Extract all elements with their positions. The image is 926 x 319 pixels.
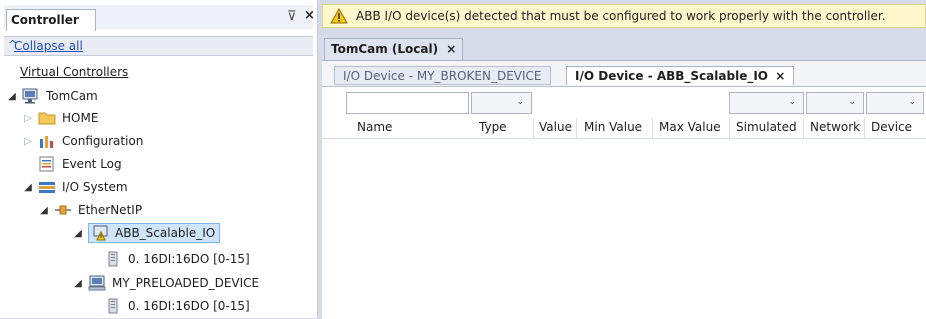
tree-item-event-log[interactable]: Event Log [38,154,122,174]
warning-bar: ABB I/O device(s) detected that must be … [322,4,926,28]
device-icon [88,275,106,291]
configuration-icon [38,133,56,149]
collapse-bar: ^ Collapse all [4,36,313,56]
column-separator [576,118,577,138]
io-module-icon [104,298,122,314]
tab-label: TomCam (Local) [331,42,439,56]
tree-item-io-module[interactable]: 0. 16DI:16DO [0-15] [104,249,250,269]
tree-item-selection: ABB_Scalable_IO [88,223,221,243]
folder-icon [38,110,56,126]
close-tab-icon[interactable]: × [446,42,456,56]
tree-item-label: 0. 16DI:16DO [0-15] [128,252,250,266]
warning-icon [330,7,348,27]
tree-item-my-preloaded-device[interactable]: ◢ MY_PRELOADED_DEVICE [72,273,259,293]
column-header-simulated[interactable]: Simulated [736,120,797,134]
column-header-max-value[interactable]: Max Value [659,120,721,134]
column-separator [729,118,730,138]
column-separator [864,118,865,138]
tree-item-configuration[interactable]: ▷ Configuration [22,131,143,151]
tree-item-label: HOME [62,111,99,125]
network-filter-dropdown[interactable]: ⌄ [806,92,864,114]
column-separator [652,118,653,138]
controller-pane-header: Controller ⊽ × [4,5,315,31]
device-filter-dropdown[interactable]: ⌄ [866,92,924,114]
chevron-down-icon: ⌄ [516,97,524,107]
column-header-value[interactable]: Value [539,120,572,134]
tree-item-ethernetip[interactable]: ◢ EtherNetIP [38,200,142,220]
tab-controller[interactable]: Controller [6,9,96,31]
ethernet-ip-icon [54,202,72,218]
device-warning-icon [91,225,109,241]
simulated-filter-dropdown[interactable]: ⌄ [729,92,804,114]
collapse-all-link[interactable]: Collapse all [14,39,83,53]
expand-toggle-icon[interactable]: ▷ [22,136,34,147]
event-log-icon [38,156,56,172]
tab-label: I/O Device - ABB_Scalable_IO [575,69,769,83]
expand-toggle-icon[interactable]: ◢ [38,205,50,216]
close-tab-icon[interactable]: × [775,69,785,83]
tree-item-abb-scalable-io[interactable]: ◢ ABB_Scalable_IO [72,223,221,243]
tree-item-io-module[interactable]: 0. 16DI:16DO [0-15] [104,296,250,316]
tab-tomcam-local[interactable]: TomCam (Local) × [324,38,464,60]
warning-message: ABB I/O device(s) detected that must be … [356,9,886,23]
column-header-name[interactable]: Name [357,120,392,134]
header-divider [322,138,926,139]
tab-io-device-my-broken-device[interactable]: I/O Device - MY_BROKEN_DEVICE [334,66,551,85]
controller-icon [22,88,40,104]
tree-item-label: Configuration [62,134,144,148]
tree-item-home[interactable]: ▷ HOME [22,108,98,128]
chevron-down-icon: ⌄ [788,97,796,107]
type-filter-dropdown[interactable]: ⌄ [471,92,532,114]
expand-toggle-icon[interactable]: ◢ [6,91,18,102]
tab-io-device-abb-scalable-io[interactable]: I/O Device - ABB_Scalable_IO × [566,66,795,85]
expand-toggle-icon[interactable]: ◢ [72,278,84,289]
tree-item-label: TomCam [46,89,98,103]
column-header-min-value[interactable]: Min Value [584,120,642,134]
chevron-down-icon: ⌄ [848,97,856,107]
tree-item-label: I/O System [62,180,128,194]
tree-item-io-system[interactable]: ◢ I/O System [22,177,128,197]
tree-item-label: 0. 16DI:16DO [0-15] [128,299,250,313]
tree-item-label: ABB_Scalable_IO [115,226,216,240]
column-separator [803,118,804,138]
io-system-icon [38,179,56,195]
expand-toggle-icon[interactable]: ◢ [72,228,84,239]
tree-item-tomcam[interactable]: ◢ TomCam [6,86,98,106]
io-module-icon [104,251,122,267]
column-separator [533,118,534,138]
expand-toggle-icon[interactable]: ◢ [22,182,34,193]
pin-icon[interactable]: ⊽ [287,9,297,24]
tree-item-label: Event Log [62,157,122,171]
expand-toggle-icon[interactable]: ▷ [22,113,34,124]
tree-item-label: MY_PRELOADED_DEVICE [112,276,260,290]
chevron-down-icon: ⌄ [908,97,916,107]
controller-pane: Controller ⊽ × ^ Collapse all Virtual Co… [0,0,318,318]
column-header-network[interactable]: Network [810,120,860,134]
name-filter-input[interactable] [346,92,469,114]
tab-label: I/O Device - MY_BROKEN_DEVICE [343,69,542,83]
tree-item-label: EtherNetIP [78,203,143,217]
tree-title: Virtual Controllers [20,65,129,79]
close-icon[interactable]: × [304,8,315,23]
column-header-device[interactable]: Device [871,120,912,134]
column-header-type[interactable]: Type [479,120,507,134]
